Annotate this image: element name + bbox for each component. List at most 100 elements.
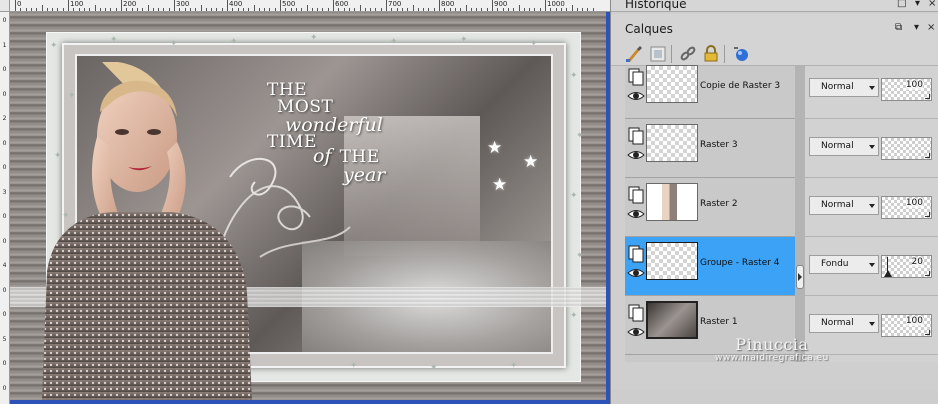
chevron-down-icon[interactable]: ▾	[915, 0, 920, 9]
ruler-label: 0	[2, 139, 7, 147]
layer-visibility-toggle-icon[interactable]	[627, 304, 645, 322]
opacity-input[interactable]: 100	[881, 314, 932, 337]
history-panel-header[interactable]: Historique □ ▾ ×	[611, 0, 938, 12]
layer-thumbnail	[646, 242, 698, 280]
ruler-label: 5	[2, 335, 7, 343]
blend-mode-dropdown[interactable]: Normal	[809, 314, 879, 333]
blend-mode-dropdown[interactable]: Normal	[809, 78, 879, 97]
layer-tree-column	[795, 66, 805, 362]
opacity-value: 20	[911, 257, 923, 267]
sparkle-icon: ✦	[170, 39, 178, 49]
ruler-label: 900	[494, 0, 508, 8]
layer-name: Raster 3	[700, 140, 738, 150]
ruler-label: 0	[2, 213, 7, 220]
ruler-label: 600	[335, 0, 349, 8]
blend-mode-dropdown[interactable]: Fondu	[809, 255, 879, 274]
layer-row[interactable]: Raster 3	[625, 119, 795, 178]
vertical-ruler[interactable]: 0 1 0 0 2 0 0 3 0 0 4 0 0 5 0 0	[0, 12, 10, 404]
opacity-input[interactable]: 20	[881, 255, 932, 278]
layer-visibility-toggle-icon[interactable]	[627, 245, 645, 263]
chevron-down-icon[interactable]: ▾	[914, 22, 919, 33]
opacity-slider-handle-icon[interactable]	[884, 270, 892, 277]
opacity-input[interactable]: 100	[881, 78, 932, 101]
layers-panel-title: Calques	[625, 22, 673, 36]
watermark-url: www.maidiregrafica.eu	[715, 353, 829, 363]
ruler-minor-tick	[147, 5, 149, 11]
close-icon[interactable]: ×	[927, 22, 935, 33]
restore-icon[interactable]: ⧉	[895, 22, 902, 33]
sparkle-icon: ✦	[430, 363, 438, 373]
layer-name: Groupe - Raster 4	[700, 258, 780, 268]
ruler-minor-tick	[253, 5, 255, 11]
watermark: Pinuccia www.maidiregrafica.eu	[715, 336, 829, 363]
ruler-tick	[333, 0, 334, 11]
opacity-input[interactable]: 100	[881, 196, 932, 219]
ruler-label: 1	[2, 41, 7, 49]
layer-names-column: Copie de Raster 3 Raster 3 Raster 2 Groupe …	[625, 65, 795, 362]
ruler-tick	[280, 0, 281, 11]
eye-icon[interactable]	[627, 266, 645, 280]
ruler-minor-tick	[518, 5, 520, 11]
eye-icon[interactable]	[627, 148, 645, 162]
layer-row[interactable]: Raster 2	[625, 178, 795, 237]
layer-thumbnail	[646, 301, 698, 339]
opacity-input[interactable]	[881, 137, 932, 160]
eye-icon[interactable]	[627, 325, 645, 339]
sparkle-icon: ✦	[570, 311, 578, 321]
ruler-minor-tick	[359, 5, 361, 11]
layers-panel-header[interactable]: Calques ⧉ ▾ ×	[611, 14, 938, 42]
ruler-label: 500	[282, 0, 296, 8]
ruler-label: 0	[2, 311, 7, 318]
blend-mode-label: Normal	[821, 200, 854, 210]
layer-properties-row: Normal 100	[805, 178, 938, 237]
blend-mode-label: Normal	[821, 141, 854, 151]
canvas-image[interactable]: ✦✦✦✦✦✦✦✦✦✦✦✦✦✦✦✦✦✦✦✦✦ THE MOST wonderful…	[10, 12, 606, 400]
ruler-tick	[174, 0, 175, 11]
blend-mode-label: Fondu	[821, 259, 849, 269]
layer-visibility-toggle-icon[interactable]	[627, 127, 645, 145]
sparkle-icon: ✦	[390, 37, 398, 47]
layer-visibility-toggle-icon[interactable]	[627, 186, 645, 204]
title-line: of	[313, 145, 332, 167]
opacity-value: 100	[905, 198, 923, 208]
eye-icon[interactable]	[627, 207, 645, 221]
layer-name: Copie de Raster 3	[700, 81, 781, 91]
blend-mode-dropdown[interactable]: Normal	[809, 137, 879, 156]
ruler-tick	[439, 0, 440, 11]
app-window: 0 100 200 300 400 500 600 700 800 900 1000 0100200…	[0, 0, 938, 404]
layer-visibility-toggle-icon[interactable]	[627, 68, 645, 86]
opacity-value: 100	[905, 80, 923, 90]
title-line: year	[343, 164, 386, 186]
layer-thumbnail	[646, 183, 698, 221]
layer-row[interactable]: Groupe - Raster 4	[625, 237, 795, 296]
layers-palette: Historique □ ▾ × Calques ⧉ ▾ × Copie de …	[610, 0, 938, 404]
sparkle-icon: ✦	[230, 37, 238, 47]
group-expand-toggle[interactable]	[796, 265, 804, 289]
resize-grip-icon	[925, 94, 930, 99]
ruler-label: 2	[2, 115, 7, 122]
layer-name: Raster 1	[700, 317, 738, 327]
ruler-label: 4	[2, 262, 7, 269]
layer-name: Raster 2	[700, 199, 738, 209]
ruler-label: 100	[70, 0, 84, 8]
horizontal-ruler[interactable]: 0 100 200 300 400 500 600 700 800 900 1000	[10, 0, 610, 12]
layer-row[interactable]: Copie de Raster 3	[625, 60, 795, 119]
restore-icon[interactable]: □	[897, 0, 906, 9]
close-icon[interactable]: ×	[928, 0, 936, 9]
sparkle-icon: ✦	[310, 33, 318, 43]
layer-properties-column: Normal 100 Normal Normal 100 Fondu 20 Normal 100	[805, 66, 938, 362]
layer-properties-row: Normal	[805, 119, 938, 178]
sparkle-icon: ✦	[570, 191, 578, 201]
chevron-down-icon	[869, 204, 875, 208]
blend-mode-dropdown[interactable]: Normal	[809, 196, 879, 215]
eye-icon[interactable]	[627, 89, 645, 103]
resize-grip-icon	[925, 212, 930, 217]
sparkle-icon: ✦	[576, 131, 584, 141]
sparkle-icon: ✦	[50, 41, 58, 51]
resize-grip-icon	[925, 271, 930, 276]
ruler-label: 0	[2, 17, 7, 24]
ruler-label: 0	[17, 0, 22, 8]
ruler-label: 1000	[547, 0, 565, 8]
ruler-minor-tick	[41, 5, 43, 11]
ruler-tick	[121, 0, 122, 11]
